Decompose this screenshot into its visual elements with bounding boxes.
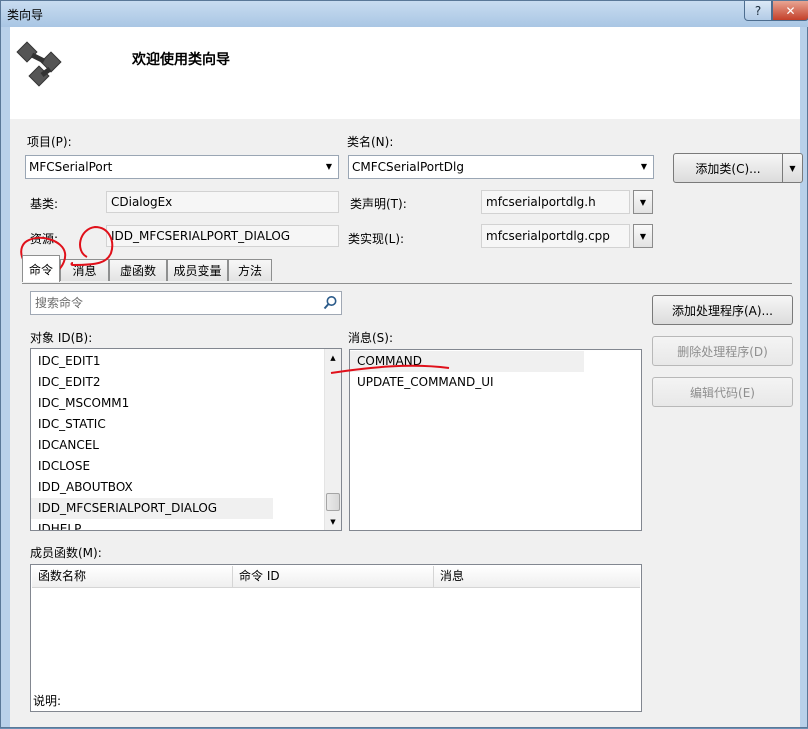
class-decl-field[interactable]: mfcserialportdlg.h xyxy=(481,190,630,214)
column-header-message[interactable]: 消息 xyxy=(434,566,641,587)
delete-handler-button[interactable]: 删除处理程序(D) xyxy=(652,336,793,366)
scroll-down-icon[interactable]: ▼ xyxy=(325,513,341,530)
project-value: MFCSerialPort xyxy=(29,160,113,174)
tab-label: 消息 xyxy=(72,264,97,278)
scroll-up-icon[interactable]: ▲ xyxy=(325,349,341,366)
chevron-down-icon: ▼ xyxy=(639,197,647,207)
chevron-down-icon: ▼ xyxy=(325,162,333,171)
tab-methods[interactable]: 方法 xyxy=(228,259,272,281)
list-item[interactable]: IDCLOSE xyxy=(31,456,324,477)
class-impl-label: 类实现(L): xyxy=(348,232,405,246)
object-ids-label: 对象 ID(B): xyxy=(30,331,93,345)
add-handler-button[interactable]: 添加处理程序(A)... xyxy=(652,295,793,325)
add-class-dropdown-button[interactable]: ▼ xyxy=(782,153,803,183)
base-class-field: CDialogEx xyxy=(106,191,339,213)
list-item[interactable]: IDD_ABOUTBOX xyxy=(31,477,324,498)
column-header-command-id[interactable]: 命令 ID xyxy=(233,566,434,587)
list-item-selected[interactable]: IDD_MFCSERIALPORT_DIALOG xyxy=(31,498,273,519)
resource-label: 资源: xyxy=(30,232,59,246)
tab-member-variables[interactable]: 成员变量 xyxy=(167,259,228,281)
chevron-down-icon: ▼ xyxy=(639,231,647,241)
tab-messages[interactable]: 消息 xyxy=(60,259,109,281)
edit-code-label: 编辑代码(E) xyxy=(690,385,755,400)
list-item[interactable]: IDCANCEL xyxy=(31,435,324,456)
welcome-title: 欢迎使用类向导 xyxy=(132,52,230,68)
scrollbar-thumb[interactable] xyxy=(326,493,340,511)
class-name-label: 类名(N): xyxy=(347,135,394,149)
base-class-label: 基类: xyxy=(30,197,59,211)
tab-label: 成员变量 xyxy=(173,264,222,278)
list-item[interactable]: IDC_STATIC xyxy=(31,414,324,435)
search-placeholder: 搜索命令 xyxy=(35,296,84,310)
help-button[interactable]: ? xyxy=(744,1,772,21)
list-item[interactable]: UPDATE_COMMAND_UI xyxy=(350,372,641,393)
header-banner: 欢迎使用类向导 xyxy=(10,27,800,119)
class-impl-dropdown-button[interactable]: ▼ xyxy=(633,224,653,248)
description-label: 说明: xyxy=(33,694,62,708)
messages-label: 消息(S): xyxy=(348,331,394,345)
add-handler-label: 添加处理程序(A)... xyxy=(671,303,774,318)
grid-header: 函数名称 命令 ID 消息 xyxy=(32,566,640,588)
tab-label: 方法 xyxy=(237,264,262,278)
class-impl-field[interactable]: mfcserialportdlg.cpp xyxy=(481,224,630,248)
delete-handler-label: 删除处理程序(D) xyxy=(677,344,768,359)
list-item-selected[interactable]: COMMAND xyxy=(350,351,584,372)
search-commands-input[interactable]: 搜索命令 xyxy=(30,291,342,315)
class-name-combo[interactable]: CMFCSerialPortDlg ▼ xyxy=(348,155,654,179)
search-icon[interactable] xyxy=(321,294,339,312)
tab-label: 虚函数 xyxy=(119,264,156,278)
list-item[interactable]: IDC_EDIT1 xyxy=(31,351,324,372)
column-header-function-name[interactable]: 函数名称 xyxy=(32,566,233,587)
chevron-down-icon: ▼ xyxy=(789,163,796,173)
project-combo[interactable]: MFCSerialPort ▼ xyxy=(25,155,339,179)
class-wizard-logo-icon xyxy=(16,41,62,87)
resource-field: IDD_MFCSERIALPORT_DIALOG xyxy=(106,225,339,247)
chevron-down-icon: ▼ xyxy=(640,162,648,171)
member-functions-grid[interactable]: 函数名称 命令 ID 消息 xyxy=(30,564,642,712)
messages-listbox[interactable]: COMMAND UPDATE_COMMAND_UI xyxy=(349,349,642,531)
add-class-button[interactable]: 添加类(C)... xyxy=(673,153,783,183)
object-ids-listbox[interactable]: IDC_EDIT1 IDC_EDIT2 IDC_MSCOMM1 IDC_STAT… xyxy=(30,348,342,531)
tab-label: 命令 xyxy=(28,262,53,277)
member-functions-label: 成员函数(M): xyxy=(30,546,102,560)
edit-code-button[interactable]: 编辑代码(E) xyxy=(652,377,793,407)
title-bar[interactable]: 类向导 ? ✕ xyxy=(1,1,808,27)
list-item[interactable]: IDHELP xyxy=(31,519,324,530)
project-label: 项目(P): xyxy=(27,135,72,149)
class-decl-dropdown-button[interactable]: ▼ xyxy=(633,190,653,214)
window-title: 类向导 xyxy=(7,8,44,22)
class-decl-label: 类声明(T): xyxy=(350,197,407,211)
tab-commands[interactable]: 命令 xyxy=(22,255,60,282)
class-wizard-window: 类向导 ? ✕ 欢迎使用类向导 项目(P): MFCSerialPort ▼ 类… xyxy=(0,0,808,728)
list-item[interactable]: IDC_EDIT2 xyxy=(31,372,324,393)
list-item[interactable]: IDC_MSCOMM1 xyxy=(31,393,324,414)
add-class-label: 添加类(C)... xyxy=(695,161,761,176)
class-name-value: CMFCSerialPortDlg xyxy=(352,160,464,174)
close-button[interactable]: ✕ xyxy=(772,1,808,21)
tab-virtual-functions[interactable]: 虚函数 xyxy=(109,259,167,281)
dialog-client-area: 欢迎使用类向导 项目(P): MFCSerialPort ▼ 类名(N): CM… xyxy=(10,27,803,727)
object-ids-scrollbar[interactable]: ▲ ▼ xyxy=(324,349,341,530)
